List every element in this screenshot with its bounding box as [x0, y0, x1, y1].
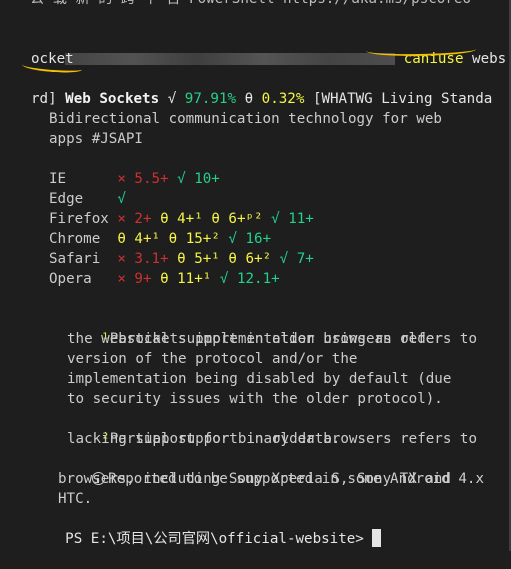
support-version: √ 16+: [228, 231, 272, 247]
partial-support-icon: θ: [244, 91, 254, 107]
support-version: θ 6+ᵖ²: [211, 211, 263, 227]
browser-name: Firefox: [49, 211, 118, 227]
support-version: θ 4+¹: [117, 231, 161, 247]
support-version: θ 5+¹: [177, 251, 220, 267]
spec-status-part1: [WHATWG Living Standa: [312, 91, 493, 107]
browser-row: Chrome θ 4+¹ θ 15+² √ 16+: [49, 229, 271, 249]
browser-name: Edge: [49, 191, 118, 207]
support-version: × 9+: [117, 271, 152, 287]
support-version: × 2+: [117, 211, 152, 227]
partial-support-percent: 0.32%: [261, 91, 305, 107]
text-cursor: [372, 529, 382, 547]
note1-line: to security issues with the older protoc…: [67, 391, 443, 407]
terminal-panel[interactable]: 公 载 新 的 跨 平 台 PowerShell https://aka.ms/…: [0, 0, 511, 551]
browser-name: Opera: [49, 271, 118, 287]
info-note-line: browsers, including Sony Xperia S, Sony …: [58, 471, 451, 487]
support-version: √ 7+: [279, 251, 314, 267]
browser-name: Chrome: [49, 231, 118, 247]
support-version: θ 15+²: [168, 231, 220, 247]
header-cutoff-line: 公 载 新 的 跨 平 台 PowerShell https://aka.ms/…: [30, 0, 471, 9]
support-version: θ 6+²: [228, 251, 272, 267]
info-note-line: Reported to be supported in some Android…: [56, 449, 484, 487]
spec-status-part2: rd]: [31, 91, 57, 107]
command-arg-part1: webs: [463, 51, 507, 67]
support-version: √ 10+: [177, 171, 220, 187]
support-version: √: [117, 191, 126, 207]
feature-description-line2: apps #JSAPI: [49, 131, 143, 147]
support-version: × 5.5+: [117, 171, 169, 187]
note1-line: ¹Partial support in older browsers refer…: [67, 309, 477, 347]
shell-prompt: PS E:\项目\公司官网\official-website>: [65, 531, 373, 547]
browser-name: IE: [49, 171, 118, 187]
support-version: √ 12.1+: [219, 271, 280, 287]
full-support-percent: 97.91%: [184, 91, 237, 107]
feature-description-line1: Bidirectional communication technology f…: [49, 111, 442, 127]
browser-row: Opera × 9+ θ 11+¹ √ 12.1+: [49, 269, 280, 289]
support-version: θ 11+¹: [160, 271, 212, 287]
support-version: √ 11+: [271, 211, 314, 227]
note1-line: the websockets implementation using an o…: [67, 331, 443, 347]
full-support-check: √: [167, 91, 177, 107]
browser-row: Firefox × 2+ θ 4+¹ θ 6+ᵖ² √ 11+: [49, 209, 314, 229]
info-note-line: HTC.: [58, 491, 93, 507]
note2-line: ²Partial support in older browsers refer…: [67, 409, 477, 447]
support-version: × 3.1+: [117, 251, 169, 267]
browser-row: Safari × 3.1+ θ 5+¹ θ 6+² √ 7+: [49, 249, 314, 269]
note1-line: implementation being disabled by default…: [67, 371, 452, 387]
note1-line: version of the protocol and/or the: [67, 351, 358, 367]
support-version: θ 4+¹: [160, 211, 203, 227]
shell-prompt-line[interactable]: PS E:\项目\公司官网\official-website>: [31, 509, 382, 547]
feature-summary-line: Web Sockets √ 97.91% θ 0.32% [WHATWG Liv…: [31, 69, 492, 107]
redacted-prompt: [65, 53, 396, 65]
browser-row: IE × 5.5+ √ 10+: [49, 169, 220, 189]
note2-line: lacking support for binary data.: [67, 431, 341, 447]
feature-title: Web Sockets: [65, 91, 160, 107]
browser-row: Edge √: [49, 189, 126, 209]
browser-name: Safari: [49, 251, 118, 267]
